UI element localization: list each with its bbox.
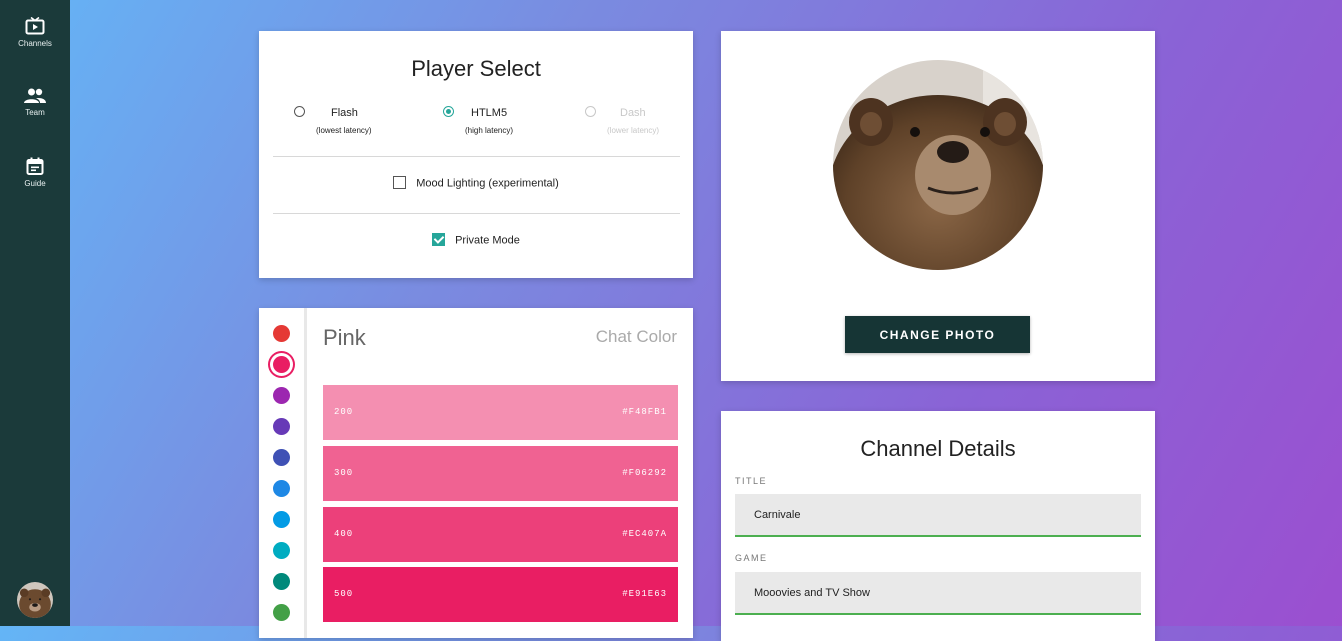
- sidebar-item-team[interactable]: Team: [0, 88, 70, 117]
- swatch-column: [259, 308, 307, 638]
- radio-button[interactable]: [585, 106, 596, 117]
- title-field-label: TITLE: [735, 476, 768, 486]
- calendar-icon: [26, 157, 44, 175]
- swatch-light-blue[interactable]: [273, 511, 290, 528]
- chat-color-heading: Chat Color: [595, 327, 677, 346]
- tv-icon: [25, 17, 45, 35]
- profile-photo: [833, 60, 1043, 270]
- private-mode-row[interactable]: Private Mode: [259, 233, 693, 247]
- shade-row[interactable]: 300 #F06292: [323, 446, 678, 501]
- mood-lighting-label: Mood Lighting (experimental): [416, 177, 559, 190]
- swatch-green[interactable]: [273, 604, 290, 621]
- sidebar-item-guide[interactable]: Guide: [0, 157, 70, 188]
- swatch-pink[interactable]: [273, 356, 290, 373]
- sidebar-item-label: Team: [25, 108, 45, 117]
- private-mode-label: Private Mode: [455, 234, 520, 247]
- radio-button[interactable]: [443, 106, 454, 117]
- swatch-red[interactable]: [273, 325, 290, 342]
- sidebar-item-label: Channels: [18, 39, 52, 48]
- sidebar: Channels Team Guide: [0, 0, 70, 626]
- divider: [273, 156, 680, 157]
- shade-row[interactable]: 400 #EC407A: [323, 507, 678, 562]
- radio-sublabel: (lowest latency): [316, 126, 372, 135]
- game-field-label: GAME: [735, 553, 768, 563]
- channel-details-card: Channel Details TITLE GAME: [721, 411, 1155, 641]
- change-photo-button[interactable]: CHANGE PHOTO: [845, 316, 1030, 353]
- radio-label: Dash: [620, 107, 646, 119]
- radio-label: HTLM5: [471, 107, 508, 119]
- divider: [273, 213, 680, 214]
- profile-photo-card: CHANGE PHOTO: [721, 31, 1155, 381]
- swatch-teal[interactable]: [273, 573, 290, 590]
- shade-hex: #F48FB1: [622, 407, 667, 417]
- radio-button[interactable]: [294, 106, 305, 117]
- sidebar-item-channels[interactable]: Channels: [0, 17, 70, 48]
- swatch-blue[interactable]: [273, 480, 290, 497]
- shade-level: 300: [334, 468, 354, 478]
- radio-sublabel: (lower latency): [607, 126, 660, 135]
- radio-sublabel: (high latency): [465, 126, 514, 135]
- player-select-title: Player Select: [411, 56, 541, 81]
- shade-level: 500: [334, 589, 354, 599]
- shade-level: 200: [334, 407, 354, 417]
- mood-lighting-checkbox[interactable]: [393, 176, 407, 189]
- swatch-indigo[interactable]: [273, 449, 290, 466]
- chat-color-card: Pink Chat Color 200 #F48FB1 300 #F06292 …: [259, 308, 693, 638]
- swatch-cyan[interactable]: [273, 542, 290, 559]
- shade-row[interactable]: 200 #F48FB1: [323, 385, 678, 440]
- private-mode-checkbox[interactable]: [432, 233, 446, 246]
- mood-lighting-row[interactable]: Mood Lighting (experimental): [259, 176, 693, 190]
- player-select-card: Player Select Flash (lowest latency) HTL…: [259, 31, 693, 278]
- shade-level: 400: [334, 529, 354, 539]
- shade-hex: #EC407A: [622, 529, 667, 539]
- swatch-deep-purple[interactable]: [273, 418, 290, 435]
- shade-row[interactable]: 500 #E91E63: [323, 567, 678, 622]
- game-field[interactable]: [735, 572, 1141, 615]
- channel-details-title: Channel Details: [860, 436, 1016, 461]
- bear-photo-icon: [833, 60, 1043, 270]
- user-avatar[interactable]: [17, 582, 53, 618]
- color-name: Pink: [323, 325, 366, 350]
- title-field[interactable]: [735, 494, 1141, 537]
- bear-avatar-icon: [17, 582, 53, 618]
- shade-hex: #F06292: [622, 468, 667, 478]
- group-icon: [24, 88, 46, 103]
- swatch-purple[interactable]: [273, 387, 290, 404]
- shade-hex: #E91E63: [622, 589, 667, 599]
- sidebar-item-label: Guide: [24, 179, 46, 188]
- radio-label: Flash: [331, 107, 358, 119]
